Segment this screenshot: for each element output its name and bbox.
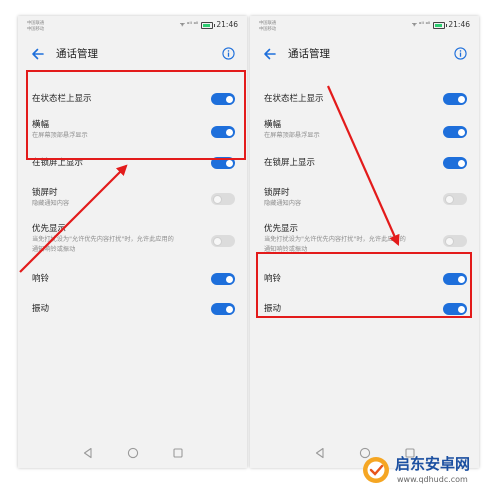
- toggle-priority[interactable]: [211, 235, 235, 247]
- back-arrow-icon[interactable]: [262, 46, 278, 62]
- battery-icon: [433, 21, 448, 29]
- toggle-priority[interactable]: [443, 235, 467, 247]
- back-arrow-icon[interactable]: [30, 46, 46, 62]
- setting-title: 振动: [264, 304, 282, 314]
- toggle-banner[interactable]: [211, 126, 235, 138]
- watermark-name: 启东安卓网: [395, 455, 471, 473]
- toggle-ringtone[interactable]: [211, 273, 235, 285]
- toggle-on-lock[interactable]: [443, 193, 467, 205]
- toggle-vibrate[interactable]: [211, 303, 235, 315]
- setting-title: 在状态栏上显示: [32, 94, 92, 104]
- setting-priority[interactable]: 优先显示 当免打扰设为"允许优先内容打扰"时，允许此应用的 通知响铃或振动: [250, 221, 479, 263]
- setting-subtitle-line-1: 当免打扰设为"允许优先内容打扰"时，允许此应用的: [264, 236, 406, 243]
- info-icon[interactable]: [222, 47, 235, 60]
- setting-lockscreen[interactable]: 在锁屏上显示: [250, 152, 479, 174]
- setting-title: 响铃: [264, 274, 282, 284]
- setting-title: 优先显示: [32, 224, 67, 234]
- setting-title: 锁屏时: [32, 188, 58, 198]
- page-title: 通话管理: [56, 48, 98, 60]
- status-bar: 中国联通 中国移动 ᯤ ᵒᴵᴵ ᵒᴵᴵ 21:46: [18, 16, 247, 38]
- phone-screen-right: 中国联通 中国移动 ᯤ ᵒᴵᴵ ᵒᴵᴵ 21:46 通话管理 在状态栏上显示 横…: [250, 16, 479, 468]
- signal-icon: ᯤ ᵒᴵᴵ ᵒᴵᴵ: [411, 21, 431, 28]
- toggle-ringtone[interactable]: [443, 273, 467, 285]
- status-bar: 中国联通 中国移动 ᯤ ᵒᴵᴵ ᵒᴵᴵ 21:46: [250, 16, 479, 38]
- setting-ringtone[interactable]: 响铃: [18, 268, 247, 290]
- recents-square-icon[interactable]: [172, 447, 184, 459]
- clock: 21:46: [216, 20, 238, 29]
- page-title: 通话管理: [288, 48, 330, 60]
- toggle-status-bar[interactable]: [211, 93, 235, 105]
- setting-subtitle: 在屏幕顶部悬浮显示: [32, 132, 88, 139]
- setting-on-lock[interactable]: 锁屏时 隐藏通知内容: [18, 184, 247, 214]
- setting-title: 在锁屏上显示: [264, 158, 316, 168]
- carrier-1: 中国联通: [259, 21, 277, 26]
- back-triangle-icon[interactable]: [82, 447, 94, 459]
- setting-subtitle: 隐藏通知内容: [32, 200, 70, 207]
- setting-subtitle-line-1: 当免打扰设为"允许优先内容打扰"时，允许此应用的: [32, 236, 174, 243]
- carrier-1: 中国联通: [27, 21, 45, 26]
- setting-on-lock[interactable]: 锁屏时 隐藏通知内容: [250, 184, 479, 214]
- phone-screen-left: 中国联通 中国移动 ᯤ ᵒᴵᴵ ᵒᴵᴵ 21:46 通话管理 在状态栏上显示 横…: [18, 16, 247, 468]
- setting-title: 在锁屏上显示: [32, 158, 84, 168]
- setting-title: 横幅: [264, 120, 282, 130]
- setting-banner[interactable]: 横幅 在屏幕顶部悬浮显示: [250, 116, 479, 146]
- setting-subtitle-line-2: 通知响铃或振动: [264, 246, 308, 253]
- title-bar: 通话管理: [250, 40, 479, 68]
- setting-banner[interactable]: 横幅 在屏幕顶部悬浮显示: [18, 116, 247, 146]
- setting-subtitle-line-2: 通知响铃或振动: [32, 246, 76, 253]
- setting-title: 响铃: [32, 274, 50, 284]
- toggle-vibrate[interactable]: [443, 303, 467, 315]
- clock: 21:46: [448, 20, 470, 29]
- signal-icon: ᯤ ᵒᴵᴵ ᵒᴵᴵ: [179, 21, 199, 28]
- setting-title: 优先显示: [264, 224, 299, 234]
- carrier-2: 中国移动: [259, 27, 277, 32]
- setting-subtitle: 在屏幕顶部悬浮显示: [264, 132, 320, 139]
- setting-vibrate[interactable]: 振动: [18, 298, 247, 320]
- setting-subtitle: 隐藏通知内容: [264, 200, 302, 207]
- setting-title: 横幅: [32, 120, 50, 130]
- setting-priority[interactable]: 优先显示 当免打扰设为"允许优先内容打扰"时，允许此应用的 通知响铃或振动: [18, 221, 247, 263]
- setting-lockscreen[interactable]: 在锁屏上显示: [18, 152, 247, 174]
- status-icons: ᯤ ᵒᴵᴵ ᵒᴵᴵ 21:46: [180, 21, 238, 29]
- toggle-lockscreen[interactable]: [443, 157, 467, 169]
- carrier-2: 中国移动: [27, 27, 45, 32]
- info-icon[interactable]: [454, 47, 467, 60]
- toggle-banner[interactable]: [443, 126, 467, 138]
- setting-vibrate[interactable]: 振动: [250, 298, 479, 320]
- battery-icon: [201, 21, 216, 29]
- setting-title: 锁屏时: [264, 188, 290, 198]
- nav-bar: [18, 438, 247, 468]
- toggle-on-lock[interactable]: [211, 193, 235, 205]
- watermark-logo-icon: [363, 457, 389, 483]
- title-bar: 通话管理: [18, 40, 247, 68]
- toggle-status-bar[interactable]: [443, 93, 467, 105]
- setting-status-bar[interactable]: 在状态栏上显示: [250, 88, 479, 110]
- setting-title: 在状态栏上显示: [264, 94, 324, 104]
- watermark: 启东安卓网 www.qdhudc.com: [361, 451, 491, 491]
- home-circle-icon[interactable]: [127, 447, 139, 459]
- back-triangle-icon[interactable]: [314, 447, 326, 459]
- toggle-lockscreen[interactable]: [211, 157, 235, 169]
- watermark-url: www.qdhudc.com: [397, 475, 468, 484]
- setting-title: 振动: [32, 304, 50, 314]
- setting-ringtone[interactable]: 响铃: [250, 268, 479, 290]
- setting-status-bar[interactable]: 在状态栏上显示: [18, 88, 247, 110]
- status-icons: ᯤ ᵒᴵᴵ ᵒᴵᴵ 21:46: [412, 21, 470, 29]
